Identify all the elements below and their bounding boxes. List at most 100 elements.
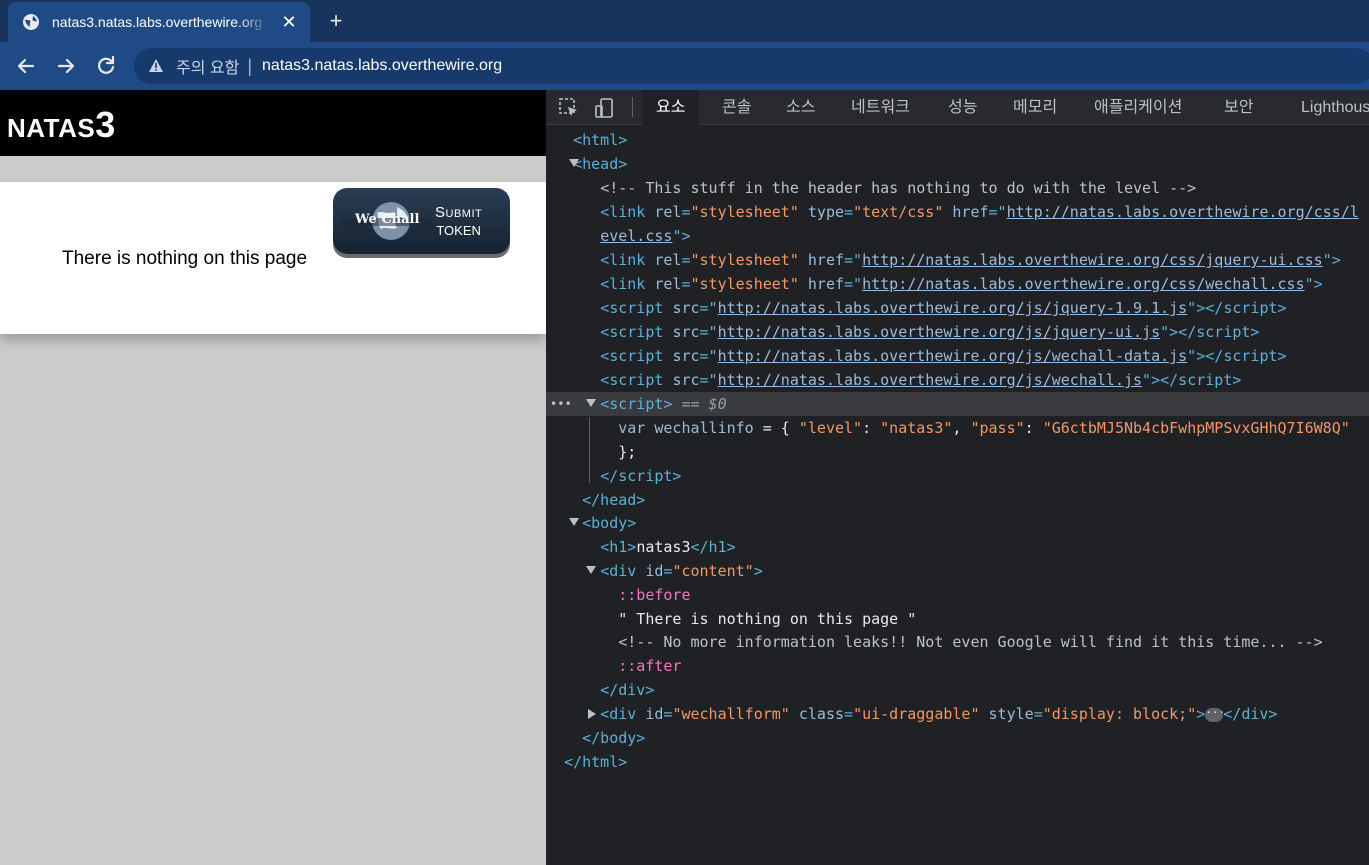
attr-value: "display: block;": [1042, 705, 1197, 723]
tree-node[interactable]: <body>: [546, 511, 1369, 535]
reload-icon[interactable]: [93, 53, 119, 79]
address-bar[interactable]: 주의 요함 | natas3.natas.labs.overthewire.or…: [134, 48, 1369, 84]
script-src[interactable]: http://natas.labs.overthewire.org/js/wec…: [718, 371, 1142, 389]
devtools-tab-network[interactable]: 네트워크: [837, 90, 924, 125]
devtools-tab-bar: 요소 콘솔 소스 네트워크 성능 메모리 애플리케이션 보안 Lighthous…: [546, 90, 1369, 125]
tree-node[interactable]: <head>: [546, 152, 1369, 176]
wechall-logo: We Chall: [341, 195, 433, 247]
browser-tab[interactable]: natas3.natas.labs.overthewire.org ✕: [8, 2, 310, 42]
page-title-prefix: NATAS: [7, 113, 96, 143]
attr-value: "ui-draggable": [853, 705, 980, 723]
devtools-tab-lighthouse[interactable]: Lighthouse: [1287, 90, 1369, 125]
tree-node[interactable]: ::after: [546, 654, 1369, 678]
link-href[interactable]: evel.css: [600, 227, 672, 245]
tree-node[interactable]: };: [546, 440, 1369, 464]
tree-node[interactable]: <!-- This stuff in the header has nothin…: [546, 176, 1369, 200]
devtools-tab-application[interactable]: 애플리케이션: [1080, 90, 1196, 125]
script-src[interactable]: http://natas.labs.overthewire.org/js/jqu…: [718, 323, 1161, 341]
tree-node[interactable]: </head>: [546, 488, 1369, 512]
elements-tree: <html> <head> <!-- This stuff in the hea…: [546, 128, 1369, 865]
tree-node-selected[interactable]: ••• <script> == $0: [546, 392, 1369, 416]
tree-node[interactable]: evel.css">: [546, 224, 1369, 248]
node-tag: <head>: [573, 155, 628, 173]
browser-toolbar: 주의 요함 | natas3.natas.labs.overthewire.or…: [0, 42, 1369, 132]
text-node: " There is nothing on this page ": [618, 610, 917, 628]
tree-node[interactable]: </script>: [546, 464, 1369, 488]
devtools-tab-memory[interactable]: 메모리: [999, 90, 1071, 125]
tree-node[interactable]: </body>: [546, 726, 1369, 750]
node-actions-icon[interactable]: •••: [550, 392, 572, 416]
script-src[interactable]: http://natas.labs.overthewire.org/js/jqu…: [718, 299, 1188, 317]
devtools-tab-performance[interactable]: 성능: [934, 90, 991, 125]
js-pass-value: "G6ctbMJ5Nb4cbFwhpMPSvxGHhQ7I6W8Q": [1042, 419, 1350, 437]
collapse-arrow-icon[interactable]: [569, 159, 579, 167]
collapse-arrow-icon[interactable]: [586, 566, 596, 574]
js-level-key: "level": [798, 419, 863, 437]
link-href[interactable]: http://natas.labs.overthewire.org/css/jq…: [862, 251, 1323, 269]
tree-node[interactable]: <!-- No more information leaks!! Not eve…: [546, 630, 1369, 654]
tree-node[interactable]: ::before: [546, 583, 1369, 607]
tree-node[interactable]: <div id="wechallform" class="ui-draggabl…: [546, 702, 1369, 726]
page-title: NATAS3: [7, 104, 116, 146]
url-text[interactable]: natas3.natas.labs.overthewire.org: [262, 57, 502, 75]
device-toolbar-icon[interactable]: [594, 97, 616, 119]
tree-node[interactable]: " There is nothing on this page ": [546, 607, 1369, 631]
js-level-value: "natas3": [880, 419, 953, 437]
attr-value: "wechallform": [672, 705, 790, 723]
tree-node[interactable]: <script src="http://natas.labs.overthewi…: [546, 296, 1369, 320]
tree-node[interactable]: var wechallinfo = { "level": "natas3", "…: [546, 416, 1369, 440]
submit-label: Submit: [435, 204, 483, 221]
submit-token-label: Submit TOKEN: [435, 204, 482, 238]
page-viewport: NATAS3 There is nothing on this page We …: [0, 90, 546, 865]
tree-node[interactable]: <h1>natas3</h1>: [546, 535, 1369, 559]
tree-guide-line: [589, 417, 590, 483]
collapsed-children-icon[interactable]: ···: [1205, 707, 1225, 722]
tree-node[interactable]: </div>: [546, 678, 1369, 702]
submit-token-button[interactable]: We Chall Submit TOKEN: [333, 188, 510, 254]
js-var-name: wechallinfo: [654, 419, 754, 437]
omnibox-separator: |: [247, 55, 253, 76]
page-title-number: 3: [95, 104, 116, 145]
tree-node[interactable]: <link rel="stylesheet" type="text/css" h…: [546, 200, 1369, 224]
back-arrow-icon[interactable]: [13, 53, 39, 79]
token-label: TOKEN: [436, 223, 481, 238]
tree-node[interactable]: <script src="http://natas.labs.overthewi…: [546, 344, 1369, 368]
content-text: There is nothing on this page: [62, 248, 308, 269]
page-header: NATAS3: [0, 90, 546, 156]
security-warning-label[interactable]: 주의 요함: [176, 54, 239, 78]
collapse-arrow-icon[interactable]: [569, 518, 579, 526]
tree-node[interactable]: <html>: [546, 128, 1369, 152]
tree-node[interactable]: <div id="content">: [546, 559, 1369, 583]
warning-icon[interactable]: [148, 58, 164, 74]
link-href[interactable]: http://natas.labs.overthewire.org/css/we…: [862, 275, 1305, 293]
attr-value: "content": [672, 562, 754, 580]
inspect-element-icon[interactable]: [558, 97, 580, 119]
devtools-panel: 요소 콘솔 소스 네트워크 성능 메모리 애플리케이션 보안 Lighthous…: [546, 90, 1369, 865]
node-tag: <html>: [573, 131, 628, 149]
globe-icon: [23, 14, 39, 30]
script-src[interactable]: http://natas.labs.overthewire.org/js/wec…: [718, 347, 1188, 365]
new-tab-icon[interactable]: +: [324, 9, 348, 33]
collapse-arrow-icon[interactable]: [586, 399, 596, 407]
devtools-tab-console[interactable]: 콘솔: [708, 90, 765, 125]
h1-text-node: natas3: [636, 538, 691, 556]
tab-strip: natas3.natas.labs.overthewire.org ✕ +: [0, 0, 1369, 42]
tab-title: natas3.natas.labs.overthewire.org: [52, 14, 263, 30]
tab-close-icon[interactable]: ✕: [278, 12, 300, 33]
selected-marker: == $0: [681, 395, 727, 413]
tree-node[interactable]: <script src="http://natas.labs.overthewi…: [546, 320, 1369, 344]
tree-node[interactable]: <script src="http://natas.labs.overthewi…: [546, 368, 1369, 392]
tab-bar-divider: [632, 97, 633, 117]
link-href[interactable]: http://natas.labs.overthewire.org/css/l: [1007, 203, 1359, 221]
devtools-tab-sources[interactable]: 소스: [772, 90, 829, 125]
node-comment: <!-- No more information leaks!! Not eve…: [618, 633, 1323, 651]
forward-arrow-icon[interactable]: [53, 53, 79, 79]
tree-node[interactable]: </html>: [546, 750, 1369, 774]
devtools-tab-elements[interactable]: 요소: [642, 90, 700, 125]
wechall-logo-text: We Chall: [355, 212, 420, 227]
devtools-tab-security[interactable]: 보안: [1210, 90, 1267, 125]
expand-arrow-icon[interactable]: [588, 709, 596, 719]
tree-node[interactable]: <link rel="stylesheet" href="http://nata…: [546, 248, 1369, 272]
node-comment: <!-- This stuff in the header has nothin…: [600, 179, 1197, 197]
tree-node[interactable]: <link rel="stylesheet" href="http://nata…: [546, 272, 1369, 296]
